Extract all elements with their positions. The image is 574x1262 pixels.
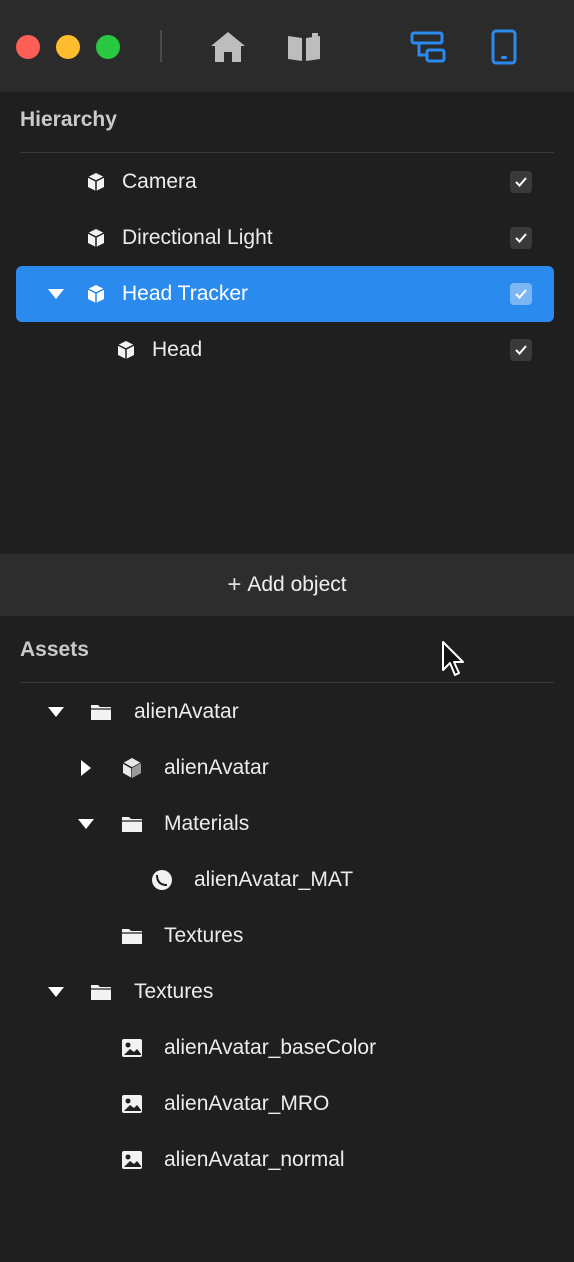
folder-icon — [89, 700, 113, 724]
expand-arrow-icon[interactable] — [77, 815, 95, 833]
assets-title: Assets — [20, 638, 89, 661]
asset-item-label: alienAvatar — [164, 756, 269, 779]
asset-item-label: alienAvatar — [134, 700, 239, 723]
visibility-checkbox[interactable] — [510, 227, 532, 249]
collapsed-arrow-icon[interactable] — [77, 759, 95, 777]
visibility-checkbox[interactable] — [510, 171, 532, 193]
image-icon — [120, 1036, 144, 1060]
asset-item-label: Materials — [164, 812, 250, 835]
maximize-window-button[interactable] — [96, 35, 120, 59]
cube-icon — [84, 226, 108, 250]
asset-item-folder[interactable]: Textures — [16, 908, 554, 964]
hierarchy-divider — [20, 152, 554, 153]
expand-arrow-icon[interactable] — [47, 285, 65, 303]
mouse-cursor-icon — [440, 640, 466, 685]
hierarchy-item-label: Head — [152, 338, 203, 361]
hierarchy-item-label: Camera — [122, 170, 197, 193]
asset-item-folder[interactable]: Textures — [16, 964, 554, 1020]
folder-icon — [120, 812, 144, 836]
asset-item-image[interactable]: alienAvatar_normal — [16, 1132, 554, 1188]
asset-item-label: alienAvatar_MRO — [164, 1092, 330, 1115]
device-icon[interactable] — [484, 28, 524, 66]
asset-item-label: Textures — [164, 924, 244, 947]
cube-icon — [114, 338, 138, 362]
asset-item-label: alienAvatar_MAT — [194, 868, 354, 891]
asset-item-label: Textures — [134, 980, 214, 1003]
book-icon[interactable] — [284, 28, 324, 66]
expand-arrow-icon[interactable] — [47, 703, 65, 721]
visibility-checkbox[interactable] — [510, 283, 532, 305]
image-icon — [120, 1092, 144, 1116]
mesh-icon — [120, 756, 144, 780]
asset-item-mesh[interactable]: alienAvatar — [16, 740, 554, 796]
cube-icon — [84, 170, 108, 194]
hierarchy-item-directional-light[interactable]: Directional Light — [16, 210, 554, 266]
hierarchy-item-head-tracker[interactable]: Head Tracker — [16, 266, 554, 322]
asset-item-folder[interactable]: alienAvatar — [16, 684, 554, 740]
plus-icon: + — [227, 571, 242, 598]
home-icon[interactable] — [208, 28, 248, 66]
hierarchy-item-head[interactable]: Head — [16, 322, 554, 378]
expand-arrow-icon[interactable] — [47, 983, 65, 1001]
hierarchy-item-label: Head Tracker — [122, 282, 249, 305]
minimize-window-button[interactable] — [56, 35, 80, 59]
asset-item-image[interactable]: alienAvatar_MRO — [16, 1076, 554, 1132]
close-window-button[interactable] — [16, 35, 40, 59]
assets-divider — [20, 682, 554, 683]
toolbar-divider — [160, 30, 162, 62]
asset-item-image[interactable]: alienAvatar_baseColor — [16, 1020, 554, 1076]
folder-icon — [89, 980, 113, 1004]
asset-item-label: alienAvatar_baseColor — [164, 1036, 377, 1059]
title-bar — [0, 0, 574, 92]
layout-icon[interactable] — [408, 28, 448, 66]
material-sphere-icon — [150, 868, 174, 892]
asset-item-material[interactable]: alienAvatar_MAT — [16, 852, 554, 908]
hierarchy-item-camera[interactable]: Camera — [16, 154, 554, 210]
folder-icon — [120, 924, 144, 948]
asset-item-label: alienAvatar_normal — [164, 1148, 345, 1171]
add-object-button[interactable]: + Add object — [0, 554, 574, 616]
hierarchy-item-label: Directional Light — [122, 226, 273, 249]
image-icon — [120, 1148, 144, 1172]
asset-item-folder[interactable]: Materials — [16, 796, 554, 852]
hierarchy-title: Hierarchy — [20, 108, 117, 131]
add-object-label: Add object — [247, 573, 347, 596]
cube-icon — [84, 282, 108, 306]
visibility-checkbox[interactable] — [510, 339, 532, 361]
